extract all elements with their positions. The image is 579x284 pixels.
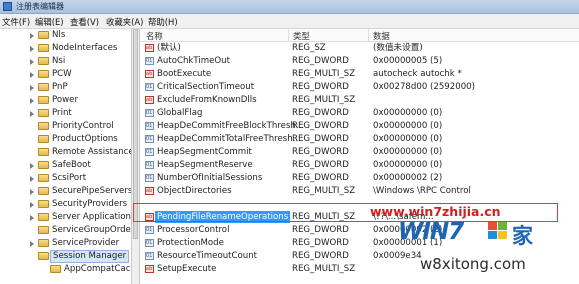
expand-arrow-icon[interactable] <box>30 189 34 195</box>
binary-value-icon <box>145 237 154 249</box>
value-row[interactable]: HeapSegmentCommitREG_DWORD0x00000000 (0) <box>140 146 579 158</box>
value-row[interactable]: HeapDeCommitFreeBlockThresh...REG_DWORD0… <box>140 120 579 132</box>
column-divider[interactable] <box>368 29 369 41</box>
folder-icon <box>38 70 49 78</box>
value-row[interactable]: AutoChkTimeOutREG_DWORD0x00000005 (5) <box>140 55 579 67</box>
watermark-logo: WIN7 家 <box>398 218 578 248</box>
menu-favorites[interactable]: 收藏夹(A) <box>106 16 143 28</box>
string-value-icon <box>145 94 154 106</box>
windows-flag-icon <box>488 222 508 240</box>
binary-value-icon <box>145 224 154 236</box>
folder-icon <box>38 213 49 221</box>
binary-value-icon <box>145 55 154 67</box>
column-divider[interactable] <box>288 29 289 41</box>
folder-icon <box>38 135 49 143</box>
binary-value-icon <box>145 81 154 93</box>
string-value-icon <box>145 185 154 197</box>
string-value-icon <box>145 211 154 223</box>
menu-help[interactable]: 帮助(H) <box>148 16 178 28</box>
folder-icon <box>38 148 49 156</box>
value-row[interactable]: ExcludeFromKnownDllsREG_MULTI_SZ <box>140 94 579 106</box>
value-row[interactable]: GlobalFlagREG_DWORD0x00000000 (0) <box>140 107 579 119</box>
window-title: 注册表编辑器 <box>16 2 64 11</box>
folder-icon <box>38 122 49 130</box>
scrollbar-thumb[interactable] <box>133 29 138 239</box>
logo-text: WIN7 <box>398 219 464 245</box>
expand-arrow-icon[interactable] <box>30 85 34 91</box>
value-row[interactable]: CriticalSectionTimeoutREG_DWORD0x00278d0… <box>140 81 579 93</box>
value-row[interactable]: HeapDeCommitTotalFreeThresh...REG_DWORD0… <box>140 133 579 145</box>
folder-icon <box>38 200 49 208</box>
string-value-icon <box>145 263 154 275</box>
folder-icon <box>38 44 49 52</box>
string-value-icon <box>145 42 154 54</box>
folder-icon <box>38 239 49 247</box>
binary-value-icon <box>145 159 154 171</box>
expand-arrow-icon[interactable] <box>30 176 34 182</box>
expand-arrow-icon[interactable] <box>30 215 34 221</box>
column-headers: 名称 类型 数据 <box>140 29 579 42</box>
folder-icon <box>38 109 49 117</box>
expand-arrow-icon[interactable] <box>30 111 34 117</box>
menu-file[interactable]: 文件(F) <box>2 16 30 28</box>
expand-arrow-icon[interactable] <box>30 98 34 104</box>
watermark-domain: w8xitong.com <box>420 255 526 273</box>
regedit-app-icon <box>3 2 12 11</box>
folder-icon <box>38 187 49 195</box>
open-folder-icon <box>38 252 49 260</box>
column-header-data[interactable]: 数据 <box>373 30 390 42</box>
menu-edit[interactable]: 编辑(E) <box>35 16 64 28</box>
expand-arrow-icon[interactable] <box>30 46 34 52</box>
expand-arrow-icon[interactable] <box>30 59 34 65</box>
column-header-type[interactable]: 类型 <box>293 30 310 42</box>
expand-arrow-icon[interactable] <box>30 33 34 39</box>
value-row[interactable]: NumberOfInitialSessionsREG_DWORD0x000000… <box>140 172 579 184</box>
value-row[interactable]: ObjectDirectoriesREG_MULTI_SZ\Windows \R… <box>140 185 579 197</box>
folder-icon <box>38 96 49 104</box>
expand-arrow-icon[interactable] <box>30 163 34 169</box>
folder-icon <box>38 83 49 91</box>
menu-view[interactable]: 查看(V) <box>70 16 99 28</box>
folder-icon <box>38 174 49 182</box>
folder-icon <box>38 57 49 65</box>
menu-bar: 文件(F) 编辑(E) 查看(V) 收藏夹(A) 帮助(H) <box>0 14 579 29</box>
watermark-url: www.win7zhijia.cn <box>370 204 501 219</box>
string-value-icon <box>145 68 154 80</box>
expand-arrow-icon[interactable] <box>30 241 34 247</box>
value-row[interactable]: (默认)REG_SZ(数值未设置) <box>140 42 579 54</box>
expand-arrow-icon[interactable] <box>30 72 34 78</box>
folder-icon <box>50 265 61 273</box>
title-bar: 注册表编辑器 <box>0 0 579 14</box>
binary-value-icon <box>145 146 154 158</box>
value-row[interactable]: HeapSegmentReserveREG_DWORD0x00000000 (0… <box>140 159 579 171</box>
folder-icon <box>38 161 49 169</box>
binary-value-icon <box>145 133 154 145</box>
registry-key-tree[interactable]: Nls NodeInterfaces Nsi PCW PnP Power Pri… <box>0 29 131 284</box>
tree-scrollbar[interactable] <box>131 29 140 284</box>
value-row[interactable]: BootExecuteREG_MULTI_SZautocheck autochk… <box>140 68 579 80</box>
binary-value-icon <box>145 250 154 262</box>
column-header-name[interactable]: 名称 <box>146 30 163 42</box>
expand-arrow-icon[interactable] <box>30 202 34 208</box>
folder-icon <box>38 31 49 39</box>
binary-value-icon <box>145 107 154 119</box>
binary-value-icon <box>145 172 154 184</box>
binary-value-icon <box>145 120 154 132</box>
folder-icon <box>38 226 49 234</box>
logo-suffix: 家 <box>512 224 533 248</box>
